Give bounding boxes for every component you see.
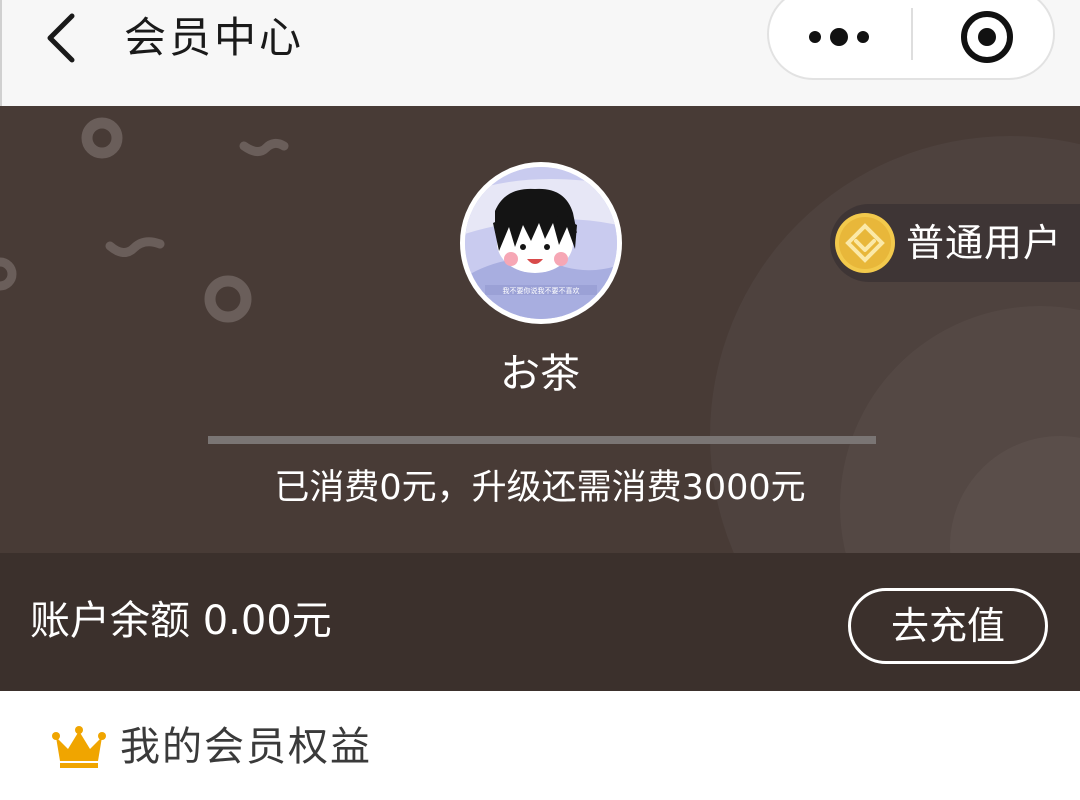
mini-program-capsule [767,0,1055,80]
level-label: 普通用户 [906,221,1063,265]
member-card: 我不要你说我不要不喜欢 普通用户 お茶 已消费0元，升级还需消费3000元 [0,106,1080,553]
avatar-caption: 我不要你说我不要不喜欢 [503,286,580,295]
avatar[interactable]: 我不要你说我不要不喜欢 [460,162,622,324]
nav-bar: 会员中心 [0,0,1080,106]
page-title: 会员中心 [124,13,305,62]
balance-bar: 账户余额 0.00元 去充值 [0,553,1080,691]
more-button[interactable] [769,0,911,80]
recharge-button[interactable]: 去充值 [848,588,1048,664]
spend-progress-text: 已消费0元，升级还需消费3000元 [274,468,806,508]
member-benefits-section: 我的会员权益 [0,691,1080,800]
account-balance: 账户余额 0.00元 [30,598,332,644]
close-button[interactable] [913,0,1055,80]
level-badge[interactable]: 普通用户 [830,204,1080,282]
avatar-cartoon-icon: 我不要你说我不要不喜欢 [465,167,617,319]
benefits-title: 我的会员权益 [120,724,372,770]
target-circle-icon [961,11,1013,63]
username: お茶 [500,351,580,397]
gold-diamond-badge-icon [835,213,895,273]
chevron-left-icon [47,13,75,63]
crown-icon [52,726,106,768]
upgrade-progress-bar [208,436,876,444]
back-button[interactable] [38,8,88,64]
more-dots-icon [809,28,869,46]
